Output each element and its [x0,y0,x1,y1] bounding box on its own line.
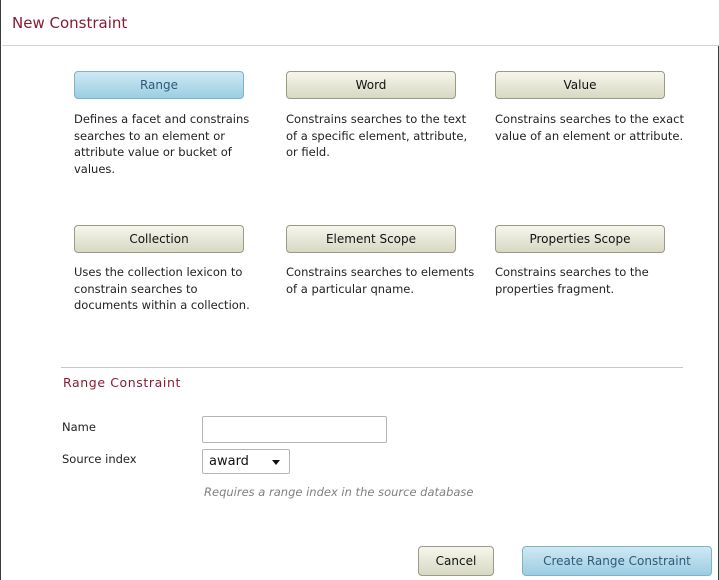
word-type-description: Constrains searches to the text of a spe… [286,112,468,159]
source-index-label: Source index [62,452,137,466]
dialog-header: New Constraint [2,0,719,46]
properties-scope-type-description: Constrains searches to the properties fr… [495,265,649,296]
name-label: Name [62,420,96,434]
section-divider [61,367,683,368]
range-type-description: Defines a facet and constrains searches … [74,112,250,176]
value-type-description: Constrains searches to the exact value o… [495,112,684,143]
element-scope-type-button[interactable]: Element Scope [286,225,456,253]
source-index-select[interactable]: award [202,449,290,474]
element-scope-type-description: Constrains searches to elements of a par… [286,265,475,296]
create-range-constraint-button[interactable]: Create Range Constraint [522,546,712,576]
chevron-down-icon [272,460,280,465]
properties-scope-type-button[interactable]: Properties Scope [495,225,665,253]
cancel-button[interactable]: Cancel [418,546,494,576]
collection-type-description: Uses the collection lexicon to constrain… [74,265,250,312]
name-input[interactable] [202,416,387,443]
word-type-button[interactable]: Word [286,71,456,99]
source-index-selected-value: award [209,454,249,469]
value-type-button[interactable]: Value [495,71,665,99]
collection-type-button[interactable]: Collection [74,225,244,253]
source-index-hint: Requires a range index in the source dat… [204,485,474,499]
dialog-title: New Constraint [12,14,128,32]
range-constraint-heading: Range Constraint [63,375,181,390]
new-constraint-dialog: New Constraint Range Defines a facet and… [0,0,719,580]
range-type-button[interactable]: Range [74,71,244,99]
